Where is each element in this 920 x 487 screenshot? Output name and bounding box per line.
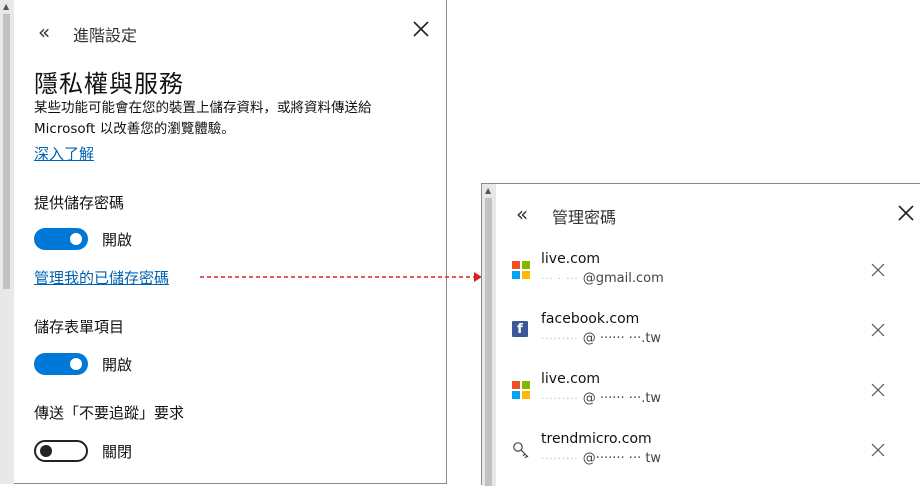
entry-site: live.com bbox=[541, 251, 601, 267]
entry-username: ········· @······· ··· tw bbox=[541, 451, 661, 466]
entry-username-suffix: @gmail.com bbox=[582, 271, 664, 286]
microsoft-icon bbox=[512, 261, 530, 279]
entry-username: ··· · ··· @gmail.com bbox=[541, 271, 664, 286]
password-entry[interactable]: f facebook.com ········· @ ······ ···.tw bbox=[496, 307, 920, 367]
entry-username: ········· @ ······ ···.tw bbox=[541, 391, 661, 406]
key-icon bbox=[513, 442, 529, 459]
password-entry[interactable]: live.com ········· @ ······ ···.tw bbox=[496, 367, 920, 427]
entry-username-suffix: @ ······ ···.tw bbox=[582, 391, 662, 406]
entry-username-suffix: @ ······ ···.tw bbox=[582, 331, 662, 346]
facebook-icon: f bbox=[512, 321, 528, 337]
entry-username-suffix: @······· ··· tw bbox=[582, 451, 662, 466]
entry-username-masked: ········· bbox=[541, 454, 579, 465]
entry-username: ········· @ ······ ···.tw bbox=[541, 331, 661, 346]
scrollbar-thumb[interactable] bbox=[485, 198, 492, 486]
entry-site: facebook.com bbox=[541, 311, 640, 327]
entry-username-masked: ········· bbox=[541, 394, 579, 405]
microsoft-icon bbox=[512, 381, 530, 399]
remove-entry-icon[interactable] bbox=[871, 443, 885, 457]
double-chevron-left-icon[interactable]: « bbox=[516, 202, 528, 226]
entry-site: live.com bbox=[541, 371, 601, 387]
remove-entry-icon[interactable] bbox=[871, 323, 885, 337]
password-entry[interactable]: trendmicro.com ········· @······· ··· tw bbox=[496, 427, 920, 487]
panel-title: 管理密碼 bbox=[552, 208, 617, 227]
entry-site: trendmicro.com bbox=[541, 431, 652, 447]
entry-username-masked: ········· bbox=[541, 334, 579, 345]
close-icon[interactable] bbox=[896, 203, 916, 223]
remove-entry-icon[interactable] bbox=[871, 383, 885, 397]
remove-entry-icon[interactable] bbox=[871, 263, 885, 277]
manage-passwords-panel: ▲ « 管理密碼 live.com ··· · ··· @gmail.com f… bbox=[481, 183, 920, 487]
password-entry[interactable]: live.com ··· · ··· @gmail.com bbox=[496, 247, 920, 307]
panel-header: « 管理密碼 bbox=[496, 184, 920, 244]
entry-username-masked: ··· · ··· bbox=[541, 274, 579, 285]
scroll-up-icon[interactable]: ▲ bbox=[485, 186, 491, 195]
scrollbar[interactable]: ▲ bbox=[482, 184, 496, 486]
